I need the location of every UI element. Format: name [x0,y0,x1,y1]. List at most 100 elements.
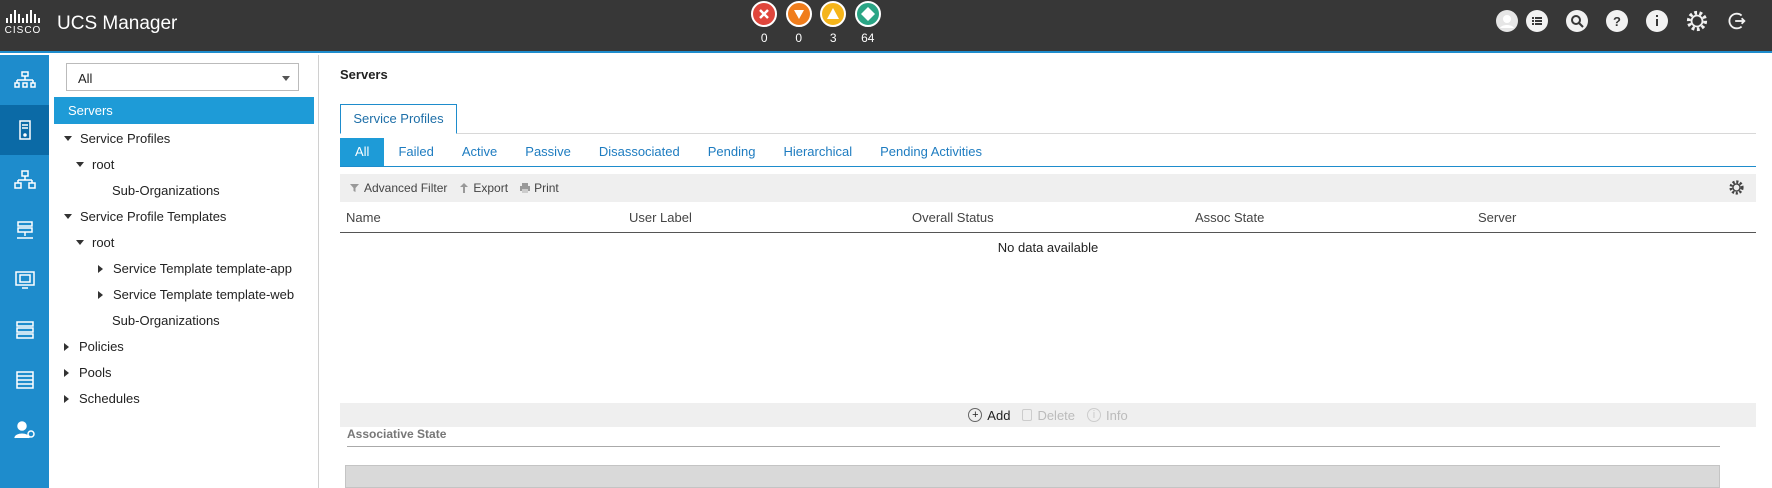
add-label: Add [987,407,1011,423]
svg-text:?: ? [1613,14,1621,29]
empty-table-message: No data available [997,240,1099,255]
fault-critical-count: 0 [760,31,768,45]
print-button[interactable]: Print [519,181,559,195]
caret-down-icon[interactable] [76,162,84,168]
tree-item[interactable]: root [76,230,114,256]
caret-down-icon[interactable] [64,136,72,142]
caret-right-icon[interactable] [64,394,69,403]
tree-item-label: Sub-Organizations [112,183,220,198]
fault-summary: 0 0 3 64 [747,0,885,45]
caret-right-icon[interactable] [64,342,69,351]
servers-nav[interactable] [0,105,49,155]
tree-item[interactable]: Service Template template-app [98,256,292,282]
trash-icon [1022,409,1033,421]
tree-item-label: Service Template template-web [113,287,295,302]
san-icon [16,221,33,239]
caret-down-icon[interactable] [64,214,72,220]
tree-item-label: Servers [68,103,113,118]
tree-item[interactable]: Pools [64,360,112,386]
column-header-server[interactable]: Server [1472,210,1755,225]
filter-icon [349,182,361,194]
tab-service-profiles[interactable]: Service Profiles [340,104,457,134]
subtab-pending[interactable]: Pending [694,138,770,166]
caret-right-icon[interactable] [98,264,103,273]
admin-icon [13,421,35,439]
column-header-overall-status[interactable]: Overall Status [906,210,1189,225]
lan-nav[interactable] [0,155,49,205]
equipment-nav[interactable] [0,55,49,105]
tree-item-label: Service Profiles [80,131,171,146]
user-icon[interactable] [1496,10,1518,32]
equipment-icon [13,71,36,88]
vm-icon [14,271,35,289]
subtab-pending-activities[interactable]: Pending Activities [866,138,996,166]
chassis-nav[interactable] [0,355,49,405]
column-header-assoc-state[interactable]: Assoc State [1189,210,1472,225]
tree-item[interactable]: Policies [64,334,124,360]
left-navigation [0,55,49,488]
fault-warning[interactable]: 64 [851,0,886,45]
tree-item-label: Policies [79,339,124,354]
tree-item[interactable]: Service Profile Templates [64,204,226,230]
tree-item[interactable]: Service Profiles [64,126,170,152]
fault-major-icon [785,1,812,27]
tree-item[interactable]: Servers [54,97,314,124]
tree-item-label: Sub-Organizations [112,313,220,328]
subtab-disassociated[interactable]: Disassociated [585,138,694,166]
lan-icon [13,170,36,189]
vm-nav[interactable] [0,255,49,305]
subtab-bar: All Failed Active Passive Disassociated Pendi… [340,138,1756,167]
column-header-name[interactable]: Name [340,210,623,225]
table-toolbar: Advanced Filter Export Print [340,174,1756,202]
navigation-tree-panel: All Servers Service Profiles root Sub-Organ… [49,55,319,488]
admin-nav[interactable] [0,405,49,455]
add-button[interactable]: + Add [968,408,1010,423]
caret-right-icon[interactable] [98,290,103,299]
san-nav[interactable] [0,205,49,255]
tree-item[interactable]: root [76,152,114,178]
export-button[interactable]: Export [458,181,508,195]
subtab-active[interactable]: Active [448,138,511,166]
tree-item[interactable]: Schedules [64,386,140,412]
chassis-icon [15,371,34,389]
search-icon[interactable] [1566,10,1588,32]
storage-icon [15,321,34,339]
caret-right-icon[interactable] [64,368,69,377]
cisco-logo: CISCO [3,10,43,36]
fault-warning-icon [854,1,881,27]
caret-down-icon[interactable] [76,240,84,246]
info-circle-icon: i [1087,408,1102,422]
cisco-logo-text: CISCO [4,25,42,36]
fault-major[interactable]: 0 [782,0,817,45]
storage-nav[interactable] [0,305,49,355]
table-settings-gear-icon[interactable] [1728,179,1745,196]
fault-critical[interactable]: 0 [747,0,782,45]
info-button[interactable]: i Info [1087,408,1128,423]
delete-button[interactable]: Delete [1022,408,1075,423]
list-icon[interactable] [1526,10,1548,32]
settings-icon[interactable] [1686,10,1708,32]
tree-filter-select[interactable]: All [66,63,299,91]
tree-filter-value: All [78,71,93,86]
subtab-passive[interactable]: Passive [511,138,585,166]
page-title: Servers [340,67,388,82]
fault-warning-count: 64 [861,31,875,45]
fault-minor[interactable]: 3 [816,0,851,45]
info-label: Info [1106,407,1128,423]
logout-icon[interactable] [1726,10,1748,32]
column-header-user-label[interactable]: User Label [623,210,906,225]
advanced-filter-button[interactable]: Advanced Filter [349,181,447,195]
subtab-hierarchical[interactable]: Hierarchical [769,138,866,166]
tree-item[interactable]: Sub-Organizations [98,178,220,204]
subtab-all[interactable]: All [340,138,385,166]
chevron-down-icon [282,76,290,81]
tree-item[interactable]: Service Template template-web [98,282,294,308]
info-icon[interactable] [1646,10,1668,32]
tree-item[interactable]: Sub-Organizations [98,308,220,334]
subtab-failed[interactable]: Failed [384,138,447,166]
fault-critical-icon [751,1,778,27]
help-icon[interactable]: ? [1606,10,1628,32]
plus-circle-icon: + [968,408,983,422]
top-header: CISCO UCS Manager 0 0 3 64 ? [0,0,1772,53]
fault-minor-icon [820,1,847,27]
